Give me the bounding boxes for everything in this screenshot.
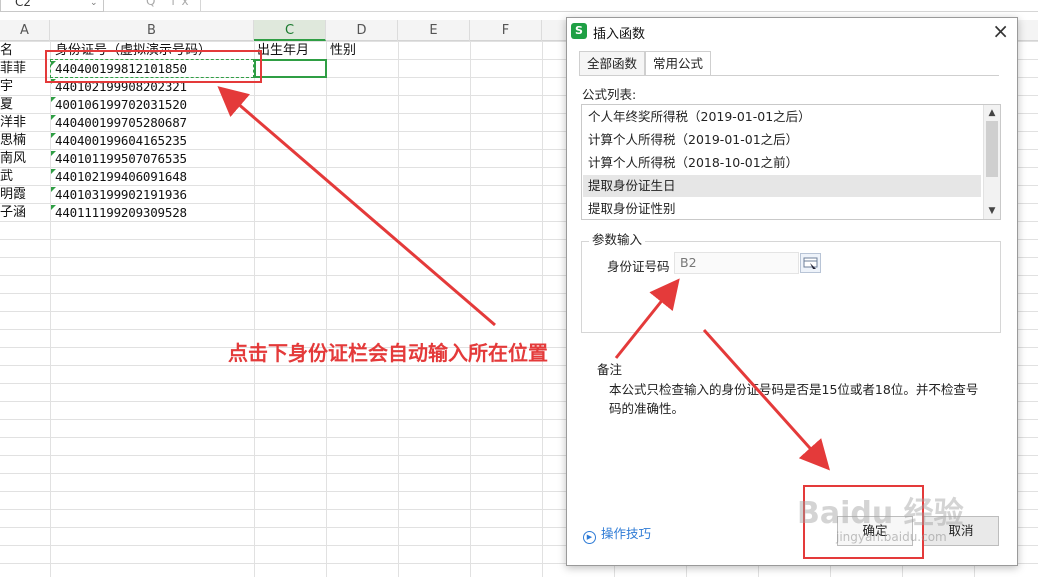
cell-id-number[interactable]: 440103199902191936 [55, 186, 251, 204]
formula-listbox[interactable]: 个人年终奖所得税（2019-01-01之后） 计算个人所得税（2019-01-0… [581, 104, 1001, 220]
column-header-d[interactable]: D [326, 20, 398, 41]
cell-id-number[interactable]: 440400199705280687 [55, 114, 251, 132]
close-icon[interactable]: × [992, 20, 1009, 42]
tab-all-functions[interactable]: 全部函数 [579, 51, 646, 76]
text-number-flag [51, 151, 56, 156]
watermark: Baidu 经验 [797, 496, 964, 531]
cell-name[interactable]: 武 [0, 168, 48, 186]
text-number-flag [51, 187, 56, 192]
cell-name[interactable]: 子涵 [0, 204, 48, 222]
formula-input[interactable] [200, 0, 1038, 12]
id-number-label: 身份证号码 [607, 259, 670, 274]
header-gender: 性别 [330, 43, 357, 58]
play-icon: ▶ [583, 531, 596, 544]
text-number-flag [51, 97, 56, 102]
watermark-url: jingyan.baidu.com [836, 530, 947, 544]
cell-name[interactable]: 洋非 [0, 114, 48, 132]
list-item[interactable]: 提取身份证性别 [583, 198, 981, 219]
active-cell[interactable] [254, 59, 327, 78]
tips-label: 操作技巧 [601, 526, 652, 541]
column-header-b[interactable]: B [50, 20, 254, 41]
dialog-titlebar[interactable]: S 插入函数 × [567, 18, 1017, 46]
column-header-c[interactable]: C [254, 20, 326, 41]
cell-name[interactable]: 南风 [0, 150, 48, 168]
scroll-up-icon[interactable]: ▲ [984, 106, 1000, 120]
tips-link[interactable]: ▶ 操作技巧 [583, 523, 651, 544]
insert-function-dialog: S 插入函数 × 全部函数 常用公式 公式列表: 个人年终奖所得税（2019-0… [566, 17, 1018, 566]
wps-logo-icon: S [571, 23, 587, 39]
column-header-a[interactable]: A [0, 20, 50, 41]
list-item[interactable]: 计算个人所得税（2018-10-01之前） [583, 152, 981, 174]
tab-divider [579, 75, 999, 76]
id-number-input[interactable]: B2 [674, 252, 799, 274]
text-number-flag [51, 115, 56, 120]
column-header-e[interactable]: E [398, 20, 470, 41]
column-header-f[interactable]: F [470, 20, 542, 41]
text-number-flag [51, 169, 56, 174]
formula-list-label: 公式列表: [582, 87, 637, 102]
scroll-down-icon[interactable]: ▼ [984, 204, 1000, 218]
tab-common-formulas[interactable]: 常用公式 [645, 51, 712, 76]
list-item[interactable]: 计算个人所得税（2019-01-01之后） [583, 129, 981, 151]
cell-name[interactable]: 明霞 [0, 186, 48, 204]
cell-id-number[interactable]: 440400199604165235 [55, 132, 251, 150]
formula-bar: C2 ⌄ Q fx [0, 0, 1038, 12]
cell-name[interactable]: 菲菲 [0, 60, 48, 78]
scroll-thumb[interactable] [986, 121, 998, 177]
text-number-flag [51, 205, 56, 210]
cell-name[interactable]: 思楠 [0, 132, 48, 150]
cell-name[interactable]: 夏 [0, 96, 48, 114]
fx-icon[interactable]: Q fx [146, 0, 195, 8]
cell-picker-icon[interactable] [800, 253, 821, 273]
annotation-text: 点击下身份证栏会自动输入所在位置 [228, 341, 548, 365]
cell-id-number[interactable]: 440102199406091648 [55, 168, 251, 186]
list-item-selected[interactable]: 提取身份证生日 [583, 175, 981, 197]
list-item[interactable]: 个人年终奖所得税（2019-01-01之后） [583, 106, 981, 128]
dialog-title: 插入函数 [593, 27, 646, 42]
cell-id-number[interactable]: 440101199507076535 [55, 150, 251, 168]
cell-id-number[interactable]: 440111199209309528 [55, 204, 251, 222]
parameter-group-title: 参数输入 [589, 229, 646, 248]
header-name: 名 [0, 43, 14, 58]
cell-name[interactable]: 宇 [0, 78, 48, 96]
highlight-box-id [45, 50, 262, 83]
text-number-flag [51, 133, 56, 138]
name-box[interactable]: C2 [0, 0, 104, 12]
header-birth: 出生年月 [257, 43, 310, 58]
chevron-down-icon[interactable]: ⌄ [90, 0, 98, 8]
list-scrollbar[interactable]: ▲ ▼ [983, 105, 1000, 219]
note-title: 备注 [597, 362, 623, 377]
note-text: 本公式只检查输入的身份证号码是否是15位或者18位。并不检查号码的准确性。 [609, 382, 979, 416]
cell-id-number[interactable]: 400106199702031520 [55, 96, 251, 114]
